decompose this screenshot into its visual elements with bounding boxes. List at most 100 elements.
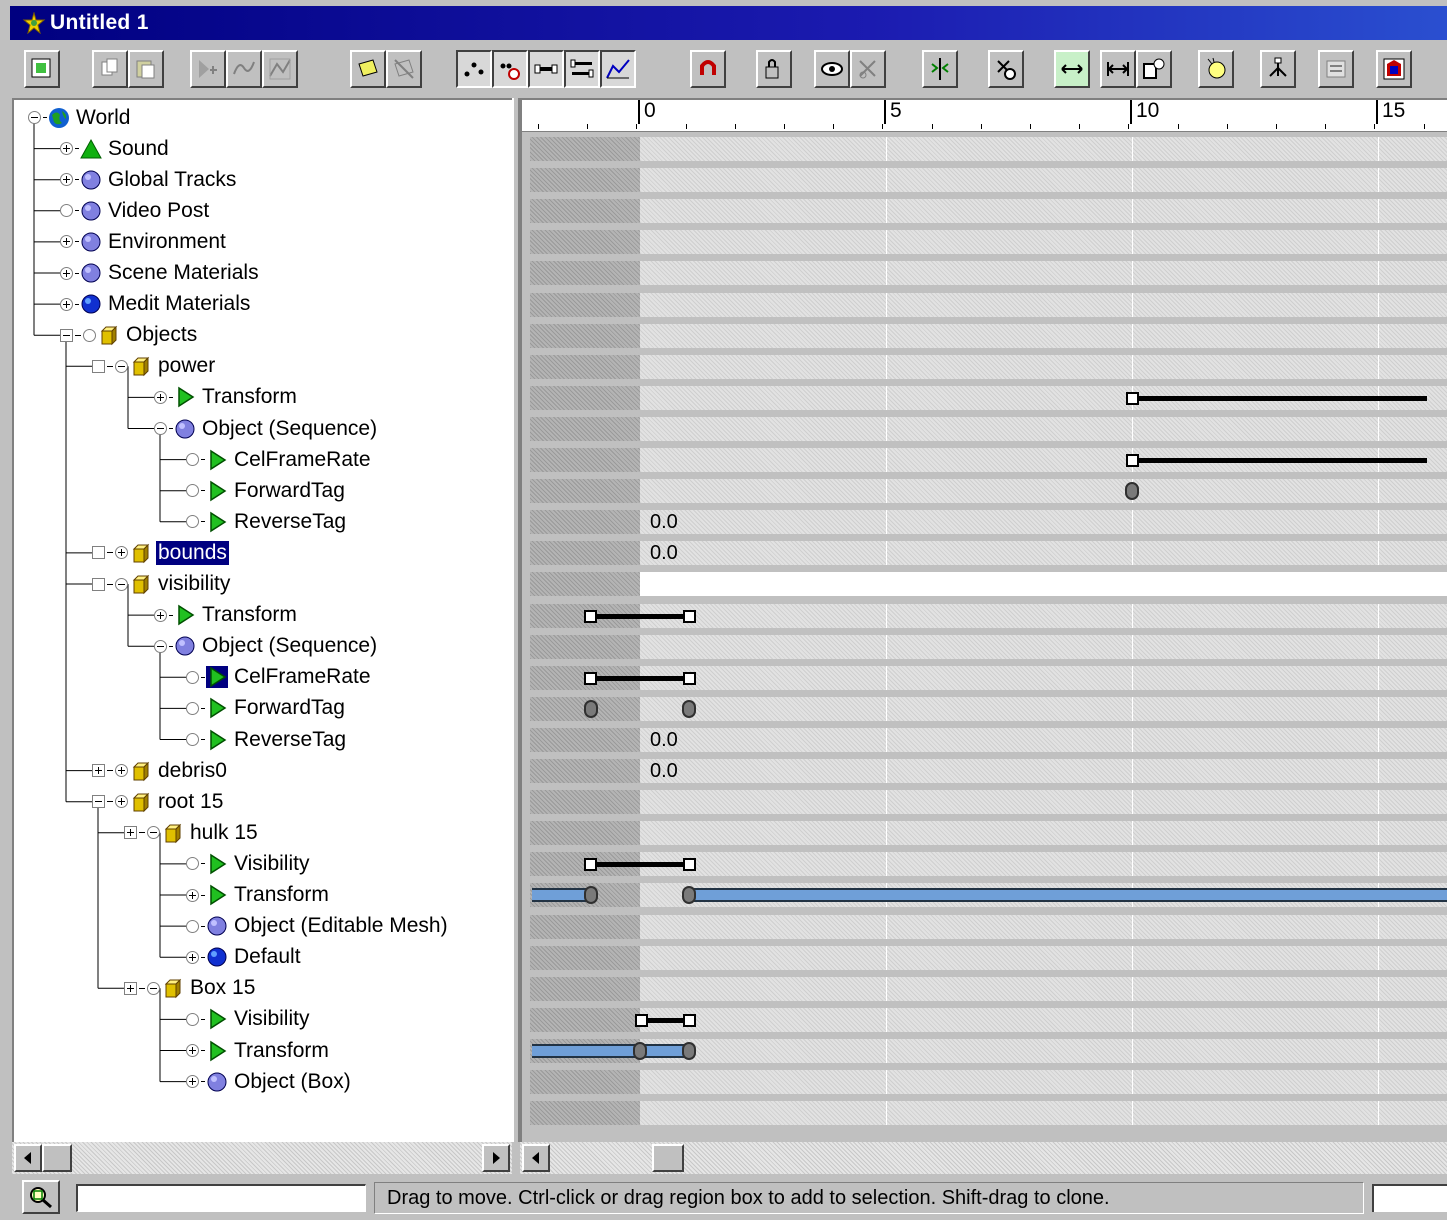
track-row[interactable]	[530, 230, 1447, 255]
collapse-node-icon[interactable]	[154, 422, 167, 435]
range-end-handle[interactable]	[683, 671, 697, 685]
empty-node-icon[interactable]	[186, 670, 199, 684]
track-row[interactable]	[530, 323, 1447, 348]
range-bar[interactable]	[590, 862, 690, 868]
tree-item[interactable]: Visibility	[186, 1004, 311, 1035]
track-row[interactable]	[530, 665, 1447, 690]
tree-item[interactable]: Transform	[154, 600, 299, 631]
expand-node-icon[interactable]	[60, 235, 73, 249]
filter-button[interactable]	[24, 50, 60, 88]
track-row[interactable]: 0.0	[530, 510, 1447, 535]
track-row[interactable]	[530, 883, 1447, 908]
expand-node-icon[interactable]	[115, 764, 128, 778]
tree-item[interactable]: Transform	[186, 880, 331, 911]
empty-node-icon[interactable]	[186, 857, 199, 871]
visibility-bar[interactable]	[689, 888, 1447, 903]
copy-button[interactable]	[92, 50, 128, 88]
collapse-node-icon[interactable]	[115, 359, 128, 373]
hierarchy-tree[interactable]: World Sound Global Tracks Video Post Environ…	[12, 98, 512, 1142]
add-visibility-track-button[interactable]	[190, 50, 226, 88]
collapse-node-icon[interactable]	[28, 111, 41, 124]
expand-box-icon[interactable]	[124, 826, 137, 840]
tree-item[interactable]: Object (Box)	[186, 1066, 353, 1097]
track-row[interactable]	[530, 1007, 1447, 1032]
zoom-button[interactable]	[22, 1180, 60, 1214]
track-row[interactable]	[530, 1101, 1447, 1126]
expand-node-icon[interactable]	[154, 608, 167, 622]
range-end-handle[interactable]	[635, 1013, 648, 1027]
time-ruler[interactable]: 0 5 10 15	[522, 100, 1447, 132]
tree-item[interactable]: Video Post	[60, 195, 211, 226]
track-row[interactable]: 0.0	[530, 727, 1447, 752]
track-row[interactable]	[530, 1070, 1447, 1094]
expand-node-icon[interactable]	[115, 795, 128, 809]
tree-item[interactable]: visibility	[92, 569, 232, 600]
track-row[interactable]: 0.0	[530, 759, 1447, 783]
expand-node-icon[interactable]	[186, 1044, 199, 1057]
scroll-left-button[interactable]	[522, 1144, 550, 1172]
tree-item[interactable]: Box 15	[124, 973, 257, 1004]
track-row[interactable]	[530, 168, 1447, 193]
edit-ranges-button[interactable]	[564, 50, 600, 88]
expand-box-icon[interactable]	[92, 764, 105, 778]
collapse-node-icon[interactable]	[147, 981, 160, 995]
track-row[interactable]	[530, 914, 1447, 939]
tree-item[interactable]: debris0	[92, 755, 229, 786]
function-curve-button[interactable]	[262, 50, 298, 88]
track-row[interactable]	[530, 448, 1447, 472]
track-row[interactable]	[530, 416, 1447, 441]
tree-item[interactable]: Transform	[186, 1035, 331, 1066]
align-keys-button[interactable]	[922, 50, 958, 88]
tree-horizontal-scrollbar[interactable]	[12, 1142, 512, 1174]
collapse-node-icon[interactable]	[115, 577, 128, 591]
expand-node-icon[interactable]	[60, 142, 73, 156]
empty-node-icon[interactable]	[60, 204, 73, 218]
track-row[interactable]	[530, 634, 1447, 659]
range-bar[interactable]	[1132, 395, 1428, 401]
track-row[interactable]	[530, 479, 1447, 504]
key-marker[interactable]	[633, 1041, 647, 1060]
scroll-right-button[interactable]	[482, 1144, 510, 1172]
lock-selection-button[interactable]	[756, 50, 792, 88]
hierarchy-button[interactable]	[1260, 50, 1296, 88]
range-end-handle[interactable]	[583, 671, 597, 685]
track-row[interactable]	[530, 976, 1447, 1001]
expand-node-icon[interactable]	[186, 888, 199, 902]
collapse-node-icon[interactable]	[154, 639, 167, 653]
tree-item[interactable]: Environment	[60, 226, 228, 257]
track-row[interactable]	[530, 1038, 1447, 1063]
track-row[interactable]	[530, 261, 1447, 286]
name-filter-field[interactable]	[76, 1184, 366, 1212]
empty-node-icon[interactable]	[83, 328, 96, 342]
tree-item[interactable]: Scene Materials	[60, 258, 261, 289]
expand-node-icon[interactable]	[186, 1075, 199, 1089]
status-value-field[interactable]	[1372, 1184, 1447, 1212]
range-end-handle[interactable]	[1126, 454, 1139, 467]
tree-item[interactable]: Sound	[60, 133, 171, 164]
delete-note-button[interactable]	[386, 50, 422, 88]
show-visibility-button[interactable]	[814, 50, 850, 88]
track-row[interactable]	[530, 199, 1447, 224]
track-edit-window[interactable]: 0 5 10 15 0.0 0.0 0.0 0.0	[520, 98, 1447, 1142]
expand-box-icon[interactable]	[124, 981, 137, 995]
properties-button[interactable]	[1318, 50, 1354, 88]
tree-item[interactable]: hulk 15	[124, 817, 260, 848]
snap-frames-button[interactable]	[690, 50, 726, 88]
track-row[interactable]	[530, 354, 1447, 379]
tree-item[interactable]: Visibility	[186, 848, 311, 879]
track-horizontal-scrollbar[interactable]	[520, 1142, 1447, 1174]
tree-item[interactable]: Transform	[154, 382, 299, 413]
tree-item[interactable]: Object (Sequence)	[154, 413, 379, 444]
position-ranges-button[interactable]	[492, 50, 528, 88]
collapse-box-icon[interactable]	[92, 795, 105, 809]
range-end-handle[interactable]	[583, 858, 597, 872]
key-marker[interactable]	[1125, 482, 1139, 501]
range-bar[interactable]	[590, 613, 690, 619]
empty-node-icon[interactable]	[186, 484, 199, 498]
track-row[interactable]: 0.0	[530, 541, 1447, 566]
expand-node-icon[interactable]	[115, 546, 128, 560]
reduce-keys-button[interactable]	[988, 50, 1024, 88]
tree-item[interactable]: Global Tracks	[60, 164, 238, 195]
scroll-left-button[interactable]	[14, 1144, 42, 1172]
empty-box-icon[interactable]	[92, 359, 105, 373]
